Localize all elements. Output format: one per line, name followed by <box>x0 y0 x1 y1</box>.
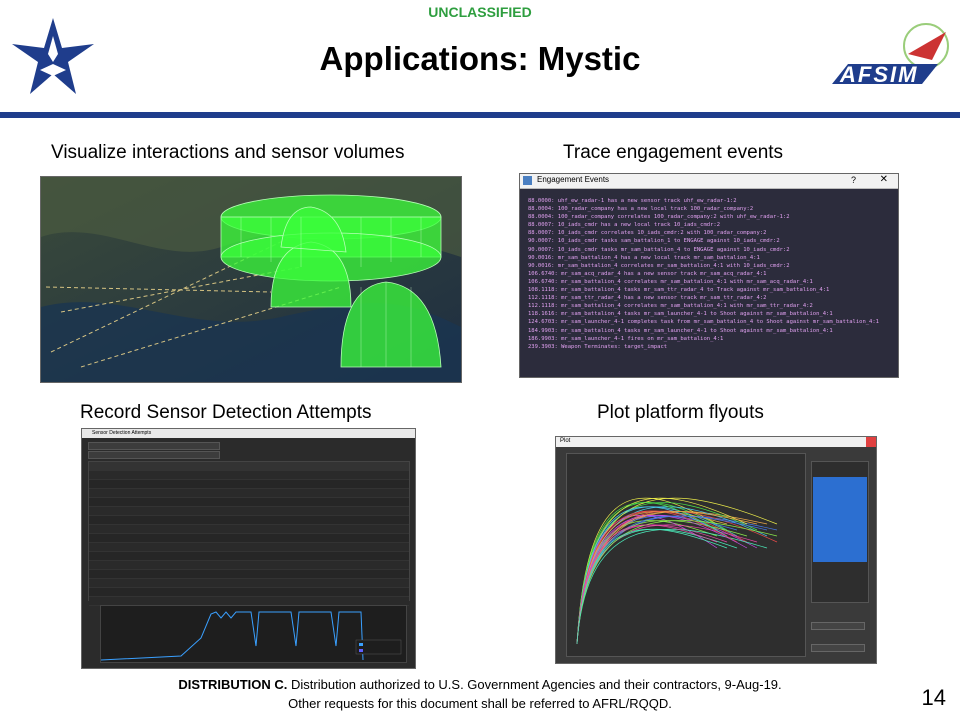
page-number: 14 <box>921 685 946 710</box>
event-log-line: 124.6703: mr_sam_launcher_4-1 completes … <box>528 319 879 326</box>
distribution-statement: DISTRIBUTION C. Distribution authorized … <box>0 677 960 692</box>
table-row[interactable] <box>89 570 409 579</box>
table-row[interactable] <box>89 543 409 552</box>
event-log-line: 106.6740: mr_sam_acq_radar_4 has a new s… <box>528 270 767 277</box>
table-row[interactable] <box>89 462 409 471</box>
table-row[interactable] <box>89 579 409 588</box>
event-log-line: 108.1118: mr_sam_battalion_4 tasks mr_sa… <box>528 287 830 294</box>
distribution-text: Distribution authorized to U.S. Governme… <box>287 677 782 692</box>
caption-trace: Trace engagement events <box>563 142 784 163</box>
event-log-line: 90.0016: mr_sam_battalion_4 has a new lo… <box>528 254 760 261</box>
table-row[interactable] <box>89 498 409 507</box>
event-log-line: 90.0007: 10_iads_cmdr tasks sam_battalio… <box>528 238 780 245</box>
event-log-line: 90.0007: 10_iads_cmdr tasks mr_sam_batta… <box>528 246 790 253</box>
event-log-line: 186.9903: mr_sam_launcher_4-1 fires on m… <box>528 335 724 342</box>
table-row[interactable] <box>89 480 409 489</box>
detection-table <box>88 461 410 606</box>
event-log-line: 112.1118: mr_sam_battalion_4 correlates … <box>528 303 813 310</box>
list-item[interactable] <box>813 577 867 582</box>
close-icon[interactable]: ✕ <box>880 174 888 185</box>
event-log-line: 88.0007: 10_iads_cmdr has a new local tr… <box>528 222 721 229</box>
distribution-referral: Other requests for this document shall b… <box>288 696 672 711</box>
table-row[interactable] <box>89 561 409 570</box>
window-app-icon <box>523 176 532 185</box>
flyout-curve <box>576 515 768 645</box>
engagement-events-window: Engagement Events ? ✕ 88.0000: uhf_ew_ra… <box>519 173 899 378</box>
plot-window-title: Plot <box>560 438 571 444</box>
table-row[interactable] <box>89 534 409 543</box>
afsim-logo-text: AFSIM <box>840 62 919 87</box>
detection-plot-canvas <box>100 611 402 661</box>
event-log-line: 106.6740: mr_sam_battalion_4 correlates … <box>528 278 813 285</box>
table-row[interactable] <box>89 525 409 534</box>
table-row[interactable] <box>89 507 409 516</box>
target-select[interactable] <box>88 451 220 459</box>
event-log-line: 184.9903: mr_sam_battalion_4 tasks mr_sa… <box>528 327 833 334</box>
event-log-line: 112.1118: mr_sam_ttr_radar_4 has a new s… <box>528 295 767 302</box>
globe-scene-icon <box>41 177 461 382</box>
event-log-line: 88.0007: 10_iads_cmdr correlates 10_iads… <box>528 230 767 237</box>
plot-window: Plot <box>555 436 877 664</box>
header-rule <box>0 112 960 118</box>
detection-attempts-window: Sensor Detection Attempts <box>81 428 416 669</box>
flyout-curve <box>576 514 748 645</box>
event-log-line: 118.1616: mr_sam_battalion_4 tasks mr_sa… <box>528 311 833 318</box>
detection-titlebar: Sensor Detection Attempts <box>82 429 415 438</box>
distribution-label: DISTRIBUTION C. <box>178 677 288 692</box>
table-row[interactable] <box>89 516 409 525</box>
event-log-line: 88.0004: 100_radar_company correlates 10… <box>528 214 790 221</box>
caption-record: Record Sensor Detection Attempts <box>80 402 372 423</box>
event-log-line: 90.0016: mr_sam_battalion_4 correlates m… <box>528 262 790 269</box>
table-row[interactable] <box>89 552 409 561</box>
plot-titlebar: Plot <box>556 437 876 447</box>
event-log-line: 239.3903: Weapon Terminates: target_impa… <box>528 343 668 350</box>
afsim-logo: AFSIM <box>828 20 956 90</box>
detection-window-title: Sensor Detection Attempts <box>92 430 152 436</box>
event-log-line: 88.0000: uhf_ew_radar-1 has a new sensor… <box>528 198 737 204</box>
flyout-curve <box>576 502 758 645</box>
event-log: 88.0000: uhf_ew_radar-1 has a new sensor… <box>520 189 898 351</box>
engagement-window-title: Engagement Events <box>537 175 610 184</box>
detection-plot <box>100 605 407 663</box>
classification-banner: UNCLASSIFIED <box>428 4 532 20</box>
sensor-volume-view <box>40 176 462 383</box>
flyout-curve <box>576 511 728 645</box>
engagement-titlebar: Engagement Events ? ✕ <box>520 174 898 189</box>
table-row[interactable] <box>89 489 409 498</box>
table-row[interactable] <box>89 471 409 480</box>
event-log-line: 88.0004: 100_radar_company has a new loc… <box>528 206 754 213</box>
table-row[interactable] <box>89 588 409 597</box>
help-icon[interactable]: ? <box>851 175 856 185</box>
y-axis-select[interactable] <box>811 644 865 652</box>
caption-visualize: Visualize interactions and sensor volume… <box>51 142 405 163</box>
platform-list[interactable] <box>811 461 869 603</box>
caption-plot: Plot platform flyouts <box>597 402 764 423</box>
flyout-plot-area <box>566 453 806 657</box>
flyout-curves <box>576 497 778 645</box>
sensor-select[interactable] <box>88 442 220 450</box>
x-axis-select[interactable] <box>811 622 865 630</box>
slide-title: Applications: Mystic <box>319 40 641 77</box>
plot-close-button[interactable] <box>866 437 876 447</box>
